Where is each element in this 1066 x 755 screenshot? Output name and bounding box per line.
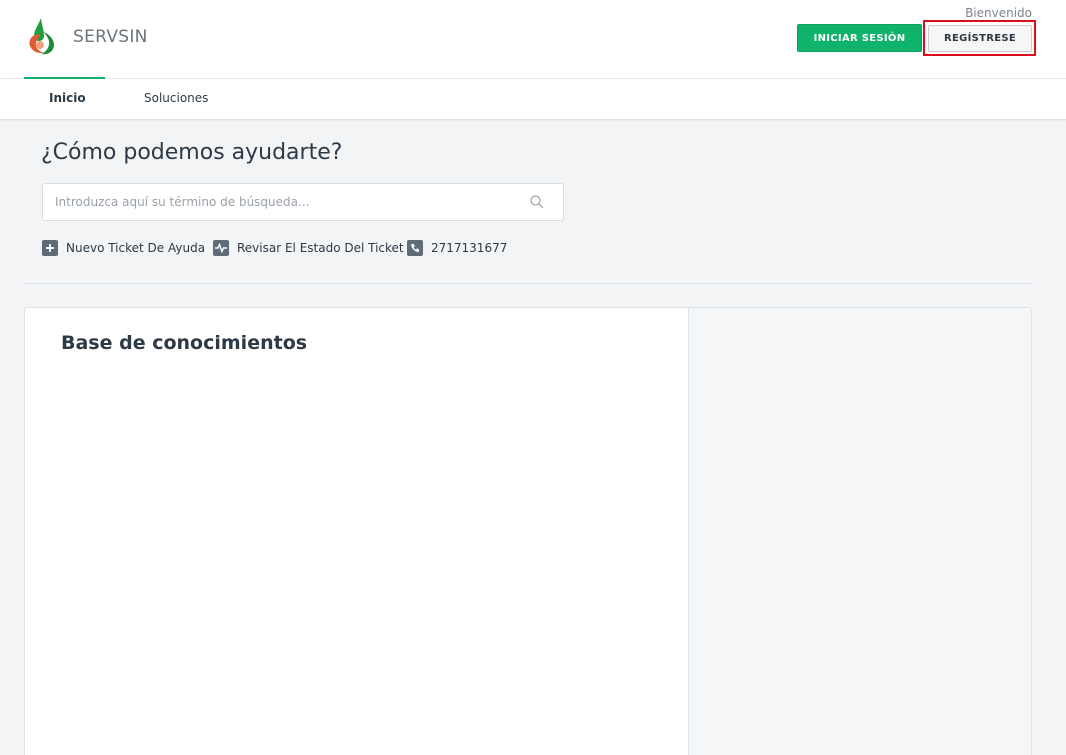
phone-icon	[407, 240, 423, 256]
check-ticket-status-label: Revisar El Estado Del Ticket	[237, 241, 404, 255]
nav-active-indicator	[24, 77, 105, 79]
section-divider	[24, 283, 1032, 284]
new-ticket-link[interactable]: Nuevo Ticket De Ayuda	[42, 239, 205, 257]
welcome-text: Bienvenido	[965, 6, 1032, 20]
login-button[interactable]: INICIAR SESIÓN	[797, 24, 922, 52]
phone-link[interactable]: 2717131677	[407, 239, 507, 257]
plus-icon	[42, 240, 58, 256]
new-ticket-label: Nuevo Ticket De Ayuda	[66, 241, 206, 255]
search-input[interactable]	[55, 184, 515, 220]
register-button[interactable]: REGÍSTRESE	[928, 25, 1032, 52]
top-header: SERVSIN Bienvenido INICIAR SESIÓN REGÍST…	[0, 0, 1066, 79]
help-heading: ¿Cómo podemos ayudarte?	[41, 140, 343, 165]
servsin-logo-icon[interactable]	[26, 16, 58, 56]
knowledge-base-title: Base de conocimientos	[61, 332, 308, 354]
search-box	[42, 183, 564, 221]
knowledge-base-card: Base de conocimientos	[24, 307, 1032, 755]
main-nav: Inicio Soluciones	[0, 77, 1066, 120]
check-ticket-status-link[interactable]: Revisar El Estado Del Ticket	[213, 239, 404, 257]
nav-item-inicio[interactable]: Inicio	[49, 91, 86, 105]
nav-item-soluciones[interactable]: Soluciones	[144, 91, 208, 105]
brand-name: SERVSIN	[73, 27, 148, 47]
activity-icon	[213, 240, 229, 256]
phone-number: 2717131677	[431, 241, 508, 255]
search-icon[interactable]	[529, 194, 545, 210]
knowledge-base-sidebar	[688, 308, 1031, 755]
